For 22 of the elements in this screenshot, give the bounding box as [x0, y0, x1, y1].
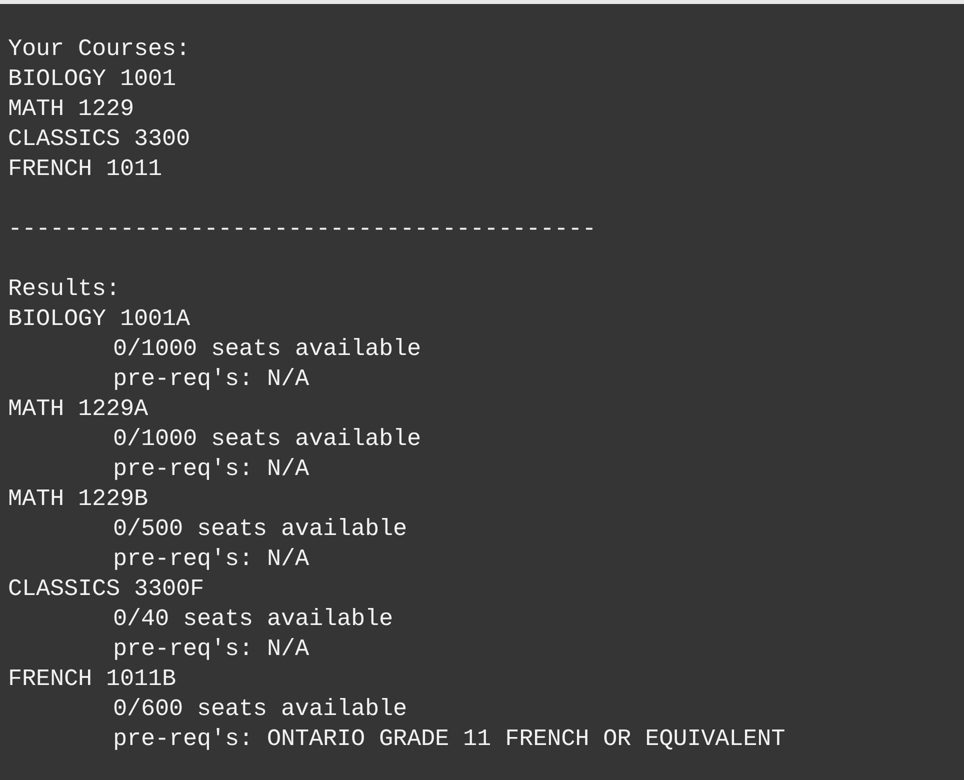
seats-line: 0/1000 seats available: [113, 425, 422, 455]
prereq-line: pre-req's: N/A: [113, 455, 310, 485]
seats-line: 0/600 seats available: [113, 695, 408, 725]
section-line: CLASSICS 3300F: [8, 575, 204, 605]
seats-line: 0/1000 seats available: [113, 335, 422, 365]
course-line: CLASSICS 3300: [8, 125, 190, 155]
section-line: BIOLOGY 1001A: [8, 305, 190, 335]
courses-heading: Your Courses:: [8, 35, 190, 65]
separator-line: ------------------------------------------: [8, 215, 596, 245]
seats-line: 0/500 seats available: [113, 515, 408, 545]
results-heading: Results:: [8, 275, 120, 305]
section-line: MATH 1229B: [8, 485, 148, 515]
prereq-line: pre-req's: N/A: [113, 545, 310, 575]
prereq-line: pre-req's: N/A: [113, 365, 310, 395]
section-line: MATH 1229A: [8, 395, 148, 425]
course-line: BIOLOGY 1001: [8, 65, 176, 95]
prereq-line: pre-req's: ONTARIO GRADE 11 FRENCH OR EQUIVALENT: [113, 725, 786, 755]
course-line: MATH 1229: [8, 95, 134, 125]
course-line: FRENCH 1011: [8, 155, 162, 185]
section-line: FRENCH 1011B: [8, 665, 176, 695]
prereq-line: pre-req's: N/A: [113, 635, 310, 665]
seats-line: 0/40 seats available: [113, 605, 394, 635]
